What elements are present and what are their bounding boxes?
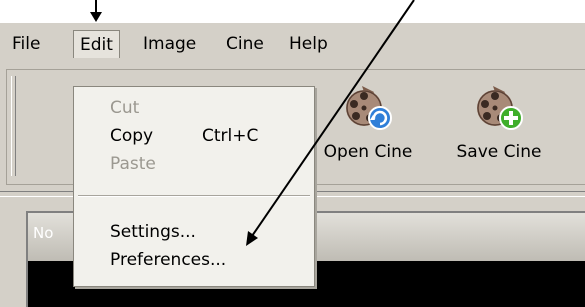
copy-shortcut: Ctrl+C <box>202 126 259 146</box>
menu-item-paste[interactable]: Paste <box>110 151 156 177</box>
menu-file[interactable]: File <box>6 30 46 58</box>
menu-item-copy[interactable]: Copy Ctrl+C <box>110 123 258 149</box>
menu-cine[interactable]: Cine <box>220 30 270 58</box>
save-cine-label: Save Cine <box>456 142 542 162</box>
menu-separator <box>78 195 310 197</box>
edit-arrow-head-icon <box>90 12 102 22</box>
menu-edit[interactable]: Edit <box>73 30 120 58</box>
application-window: File Edit Image Cine Help Open Cine Save… <box>0 23 585 307</box>
menu-help[interactable]: Help <box>283 30 334 58</box>
film-reel-save-icon <box>477 86 523 130</box>
open-cine-label: Open Cine <box>323 142 413 162</box>
edit-menu-dropdown: Cut Copy Ctrl+C Paste Settings... Prefer… <box>73 86 315 287</box>
menu-image[interactable]: Image <box>137 30 202 58</box>
menu-item-settings[interactable]: Settings... <box>110 219 196 245</box>
open-cine-button[interactable]: Open Cine <box>313 82 423 178</box>
save-cine-button[interactable]: Save Cine <box>444 82 554 178</box>
menu-item-preferences[interactable]: Preferences... <box>110 247 226 273</box>
film-reel-open-icon <box>346 86 392 130</box>
menu-item-copy-label: Copy <box>110 126 154 146</box>
column-header-no[interactable]: No <box>33 224 53 242</box>
menu-item-cut[interactable]: Cut <box>110 95 139 121</box>
menu-bar: File Edit Image Cine Help <box>0 23 585 65</box>
toolbar-grip[interactable] <box>11 76 16 176</box>
